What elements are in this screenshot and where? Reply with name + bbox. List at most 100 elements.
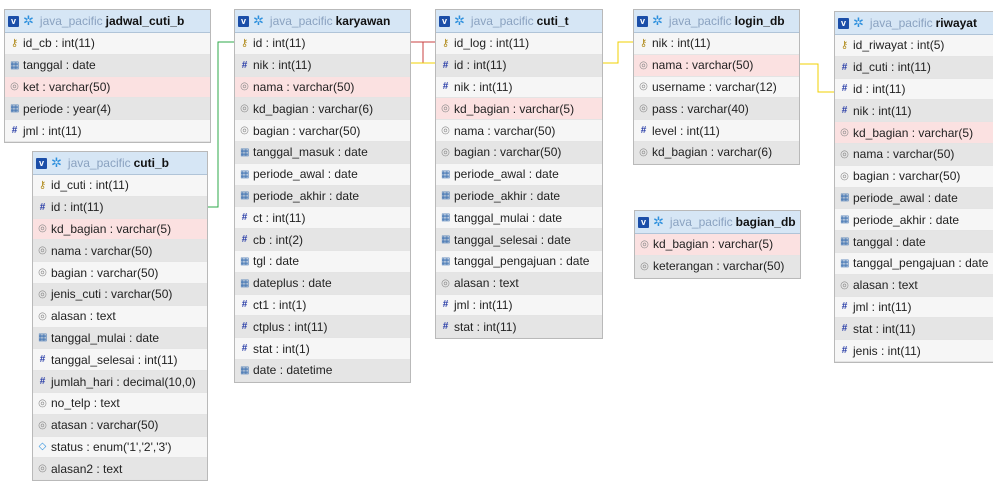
column-row[interactable]: ◎ nama : varchar(50) [634, 54, 799, 77]
column-row[interactable]: # ct1 : int(1) [235, 295, 410, 317]
column-row[interactable]: # stat : int(11) [436, 316, 602, 339]
column-row[interactable]: ⚷ id_riwayat : int(5) [835, 35, 993, 57]
table-bagian-db[interactable]: v ✲ java_pacific bagian_db ◎ kd_bagian : varc… [634, 210, 801, 279]
column-row[interactable]: # ctplus : int(11) [235, 316, 410, 339]
table-header[interactable]: v ✲ java_pacific bagian_db [635, 211, 800, 234]
column-row[interactable]: # stat : int(1) [235, 338, 410, 360]
table-riwayat[interactable]: v ✲ java_pacific riwayat ⚷ id_riwayat : int(5… [834, 11, 993, 363]
column-row[interactable]: ◎ no_telp : text [33, 393, 207, 415]
column-row[interactable]: # id : int(11) [436, 54, 602, 77]
gear-icon[interactable]: ✲ [853, 16, 864, 29]
column-row[interactable]: # stat : int(11) [835, 318, 993, 341]
column-row[interactable]: ◎ kd_bagian : varchar(6) [634, 141, 799, 164]
column-row[interactable]: ▦ date : datetime [235, 359, 410, 382]
table-header[interactable]: v ✲ java_pacific karyawan [235, 10, 410, 33]
column-row[interactable]: ◎ nama : varchar(50) [33, 240, 207, 263]
table-header[interactable]: v ✲ java_pacific riwayat [835, 12, 993, 35]
table-login-db[interactable]: v ✲ java_pacific login_db ⚷ nik : int(11) ◎ nam… [633, 9, 800, 165]
table-name[interactable]: riwayat [936, 16, 977, 30]
column-row[interactable]: # ct : int(11) [235, 207, 410, 230]
column-row[interactable]: # nik : int(11) [235, 54, 410, 77]
column-row[interactable]: ◇ status : enum('1','2','3') [33, 437, 207, 459]
table-name[interactable]: bagian_db [736, 215, 796, 229]
column-row[interactable]: ◎ alasan : text [436, 272, 602, 295]
column-row[interactable]: # tanggal_selesai : int(11) [33, 349, 207, 372]
table-header[interactable]: v ✲ java_pacific cuti_b [33, 152, 207, 175]
column-row[interactable]: ▦ tanggal_mulai : date [33, 327, 207, 350]
table-header[interactable]: v ✲ java_pacific login_db [634, 10, 799, 33]
column-row[interactable]: ◎ atasan : varchar(50) [33, 414, 207, 437]
column-row[interactable]: ⚷ id_cuti : int(11) [33, 175, 207, 197]
column-row[interactable]: ◎ bagian : varchar(50) [436, 141, 602, 164]
column-row[interactable]: # nik : int(11) [835, 100, 993, 123]
toggle-columns-icon[interactable]: v [637, 15, 648, 27]
column-row[interactable]: ▦ dateplus : date [235, 272, 410, 295]
column-row[interactable]: ▦ periode_akhir : date [835, 209, 993, 232]
column-row[interactable]: # id : int(11) [33, 196, 207, 219]
column-row[interactable]: # jml : int(11) [5, 120, 210, 142]
toggle-columns-icon[interactable]: v [8, 15, 19, 27]
toggle-columns-icon[interactable]: v [238, 15, 249, 27]
column-row[interactable]: ▦ tanggal_pengajuan : date [835, 253, 993, 275]
column-row[interactable]: ◎ bagian : varchar(50) [235, 120, 410, 142]
column-row[interactable]: ▦ tanggal : date [835, 231, 993, 253]
column-row[interactable]: ◎ bagian : varchar(50) [33, 262, 207, 284]
column-row[interactable]: ▦ tanggal_mulai : date [436, 207, 602, 230]
table-cuti-b[interactable]: v ✲ java_pacific cuti_b ⚷ id_cuti : int(11) # i… [32, 151, 208, 481]
column-row[interactable]: ▦ tanggal : date [5, 54, 210, 77]
column-row[interactable]: ▦ periode : year(4) [5, 98, 210, 121]
column-row[interactable]: # nik : int(11) [436, 77, 602, 99]
table-name[interactable]: jadwal_cuti_b [106, 14, 185, 28]
column-row[interactable]: ▦ periode_akhir : date [235, 185, 410, 208]
column-row[interactable]: # id : int(11) [835, 79, 993, 101]
table-name[interactable]: login_db [735, 14, 785, 28]
column-row[interactable]: ◎ nama : varchar(50) [235, 76, 410, 99]
toggle-columns-icon[interactable]: v [638, 216, 649, 228]
column-row[interactable]: ▦ periode_awal : date [436, 164, 602, 186]
column-row[interactable]: # level : int(11) [634, 120, 799, 142]
toggle-columns-icon[interactable]: v [36, 157, 47, 169]
column-row[interactable]: ◎ nama : varchar(50) [835, 143, 993, 166]
column-row[interactable]: # jml : int(11) [835, 297, 993, 319]
column-row[interactable]: ▦ tanggal_selesai : date [436, 229, 602, 251]
table-jadwal-cuti-b[interactable]: v ✲ java_pacific jadwal_cuti_b ⚷ id_cb : int(… [4, 9, 211, 143]
column-row[interactable]: ⚷ id_cb : int(11) [5, 33, 210, 55]
table-header[interactable]: v ✲ java_pacific cuti_t [436, 10, 602, 33]
column-row[interactable]: ▦ periode_akhir : date [436, 185, 602, 208]
column-row[interactable]: # jml : int(11) [436, 295, 602, 317]
column-row[interactable]: ◎ bagian : varchar(50) [835, 166, 993, 188]
column-row[interactable]: # id_cuti : int(11) [835, 56, 993, 79]
column-row[interactable]: ◎ kd_bagian : varchar(5) [635, 234, 800, 256]
gear-icon[interactable]: ✲ [652, 14, 663, 27]
column-row[interactable]: ⚷ id : int(11) [235, 33, 410, 55]
column-row[interactable]: ▦ tgl : date [235, 251, 410, 273]
column-row[interactable]: ◎ ket : varchar(50) [5, 76, 210, 99]
column-row[interactable]: ▦ periode_awal : date [235, 164, 410, 186]
toggle-columns-icon[interactable]: v [439, 15, 450, 27]
gear-icon[interactable]: ✲ [454, 14, 465, 27]
column-row[interactable]: ◎ keterangan : varchar(50) [635, 255, 800, 278]
column-row[interactable]: ◎ nama : varchar(50) [436, 120, 602, 142]
gear-icon[interactable]: ✲ [253, 14, 264, 27]
column-row[interactable]: ◎ alasan : text [835, 274, 993, 297]
gear-icon[interactable]: ✲ [653, 215, 664, 228]
table-name[interactable]: karyawan [336, 14, 391, 28]
column-row[interactable]: ◎ kd_bagian : varchar(5) [835, 122, 993, 144]
column-row[interactable]: ◎ kd_bagian : varchar(5) [436, 98, 602, 121]
column-row[interactable]: ◎ kd_bagian : varchar(6) [235, 98, 410, 121]
column-row[interactable]: ◎ jenis_cuti : varchar(50) [33, 283, 207, 306]
table-cuti-t[interactable]: v ✲ java_pacific cuti_t ⚷ id_log : int(11) # id… [435, 9, 603, 340]
table-karyawan[interactable]: v ✲ java_pacific karyawan ⚷ id : int(11) # nik … [234, 9, 411, 383]
column-row[interactable]: ▦ tanggal_masuk : date [235, 141, 410, 164]
table-name[interactable]: cuti_t [537, 14, 569, 28]
column-row[interactable]: # jenis : int(11) [835, 340, 993, 362]
column-row[interactable]: ◎ alasan2 : text [33, 458, 207, 481]
column-row[interactable]: ▦ periode_awal : date [835, 187, 993, 210]
gear-icon[interactable]: ✲ [23, 14, 34, 27]
column-row[interactable]: ◎ alasan : text [33, 306, 207, 328]
column-row[interactable]: ▦ tanggal_pengajuan : date [436, 251, 602, 273]
column-row[interactable]: ◎ username : varchar(12) [634, 77, 799, 99]
column-row[interactable]: # cb : int(2) [235, 229, 410, 251]
table-name[interactable]: cuti_b [134, 156, 169, 170]
column-row[interactable]: ◎ kd_bagian : varchar(5) [33, 218, 207, 241]
